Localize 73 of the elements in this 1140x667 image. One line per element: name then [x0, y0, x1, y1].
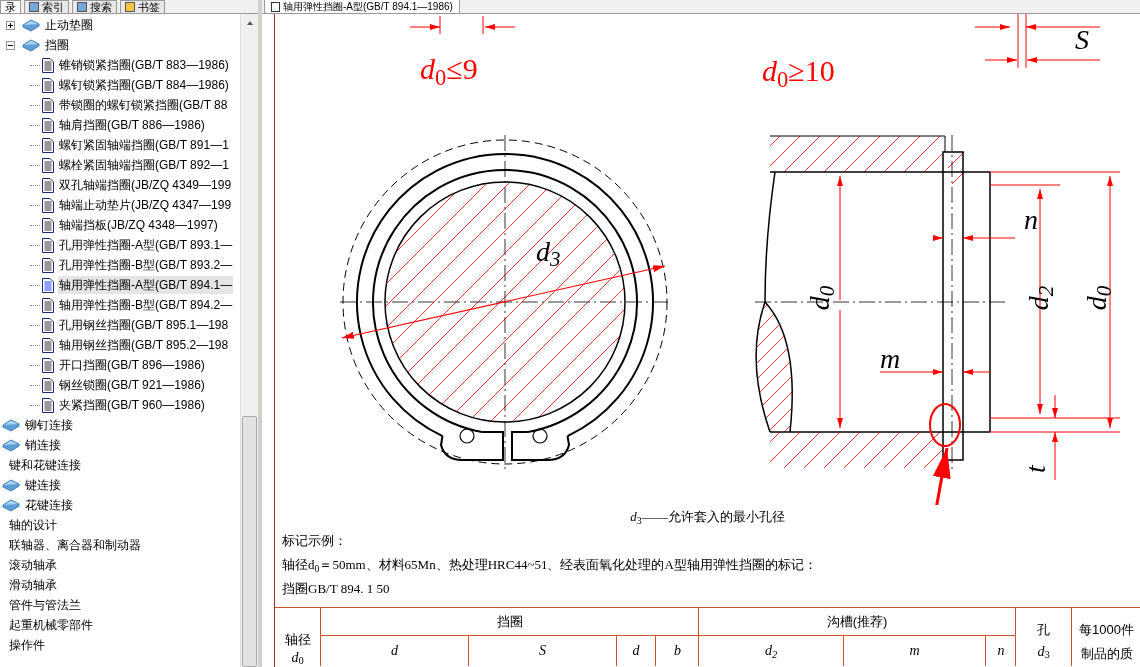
expand-button[interactable]: [6, 20, 15, 30]
table-header-cell: 挡圈: [321, 608, 698, 636]
note-text: 挡圈GB/T 894. 1 50: [282, 580, 390, 599]
nav-tab[interactable]: 录: [0, 0, 21, 13]
table-header-cell-text: 每1000件 制品的质: [1078, 621, 1135, 663]
tree-item[interactable]: 止动垫圈: [44, 16, 94, 34]
table-header-cell: S: [469, 636, 617, 666]
document-tab[interactable]: 轴用弹性挡圈-A型(GB/T 894.1—1986): [264, 0, 460, 13]
tree-item[interactable]: 开口挡圈(GB/T 896—1986): [58, 356, 206, 374]
table-header-cell: d: [321, 636, 469, 666]
tree-item[interactable]: 滑动轴承: [8, 576, 58, 594]
tab-icon: [77, 2, 87, 12]
collapse-button[interactable]: [6, 40, 15, 50]
nav-tab[interactable]: 书签: [120, 0, 165, 13]
tree-item[interactable]: 孔用弹性挡圈-A型(GB/T 893.1—: [58, 236, 234, 254]
drawing-label: t: [1019, 465, 1052, 473]
tree-item[interactable]: 钢丝锁圈(GB/T 921—1986): [58, 376, 206, 394]
note-text: 轴径d$_{0}$＝50mm、材料65Mn、热处理HRC44~51、经表面氧化处理的A型轴用弹性挡圈的标记：: [282, 556, 817, 575]
drawing-label: m: [880, 343, 901, 375]
tree-item[interactable]: 轴的设计: [8, 516, 58, 534]
table-header-cell: m: [844, 636, 986, 666]
tree-item[interactable]: 键连接: [24, 476, 62, 494]
tree-item[interactable]: 双孔轴端挡圈(JB/ZQ 4349—199: [58, 176, 233, 194]
drawing-label: d$_{0}$≥10: [762, 54, 835, 88]
tree-item[interactable]: 孔用钢丝挡圈(GB/T 895.1—198: [58, 316, 230, 334]
tree-item[interactable]: 销连接: [24, 436, 62, 454]
drawing-label: n: [1024, 204, 1038, 236]
book-icon: [2, 418, 20, 432]
tree-item[interactable]: 联轴器、离合器和制动器: [8, 536, 142, 554]
tab-icon: [29, 2, 39, 12]
book-icon: [2, 438, 20, 452]
tree-item[interactable]: 挡圈: [44, 36, 70, 54]
tree-item[interactable]: 管件与管法兰: [8, 596, 82, 614]
nav-tab[interactable]: 搜索: [72, 0, 117, 13]
tree-item[interactable]: 轴端挡板(JB/ZQ 4348—1997): [58, 216, 219, 234]
table-header-cell: d$_{2}$: [699, 636, 844, 666]
table-header-cell-text: n: [996, 642, 1006, 660]
scrollbar-thumb[interactable]: [242, 416, 257, 667]
tree-item[interactable]: 键和花键连接: [8, 456, 82, 474]
table-header-cell: 孔 d$_{3}$: [1016, 608, 1072, 666]
table-header-cell: d: [617, 636, 656, 666]
tree-item[interactable]: 夹紧挡圈(GB/T 960—1986): [58, 396, 206, 414]
tree-item[interactable]: 轴用钢丝挡圈(GB/T 895.2—198: [58, 336, 230, 354]
tree-item[interactable]: 螺钉紧固轴端挡圈(GB/T 891—1: [58, 136, 230, 154]
tree-item[interactable]: 螺栓紧固轴端挡圈(GB/T 892—1: [58, 156, 230, 174]
tree-item[interactable]: 操作件: [8, 636, 46, 654]
book-icon: [2, 498, 20, 512]
tree-item[interactable]: 带锁圈的螺钉锁紧挡圈(GB/T 88: [58, 96, 229, 114]
table-header-cell: 轴径 d$_{0}$: [275, 608, 321, 666]
book-icon: [22, 38, 40, 52]
tree-item[interactable]: 孔用弹性挡圈-B型(GB/T 893.2—: [58, 256, 234, 274]
table-header-cell-text: b: [673, 642, 682, 660]
tree-item[interactable]: 螺钉锁紧挡圈(GB/T 884—1986): [58, 76, 230, 94]
tree-item[interactable]: 轴用弹性挡圈-B型(GB/T 894.2—: [58, 296, 234, 314]
note-text: 标记示例：: [282, 532, 347, 551]
tree-item[interactable]: 滚动轴承: [8, 556, 58, 574]
tree-item[interactable]: 轴肩挡圈(GB/T 886—1986): [58, 116, 206, 134]
table-header-cell: 沟槽(推荐): [699, 608, 1015, 636]
tree-item[interactable]: 起重机械零部件: [8, 616, 94, 634]
drawing-label: S: [1075, 24, 1089, 56]
page-icon: [271, 1, 280, 12]
tree-item[interactable]: 轴用弹性挡圈-A型(GB/T 894.1—: [58, 276, 234, 294]
tree-item[interactable]: 锥销锁紧挡圈(GB/T 883—1986): [58, 56, 230, 74]
scrollbar[interactable]: [240, 14, 258, 667]
tree-item[interactable]: 轴端止动垫片(JB/ZQ 4347—199: [58, 196, 233, 214]
tree-item[interactable]: 花键连接: [24, 496, 74, 514]
drawing-label: d$_{0}$≤9: [420, 52, 478, 86]
tab-icon: [125, 2, 135, 12]
book-icon: [22, 18, 40, 32]
caption: d$_{3}$——允许套入的最小孔径: [630, 508, 785, 527]
book-icon: [2, 478, 20, 492]
tree-item[interactable]: 铆钉连接: [24, 416, 74, 434]
nav-tab[interactable]: 索引: [24, 0, 69, 13]
